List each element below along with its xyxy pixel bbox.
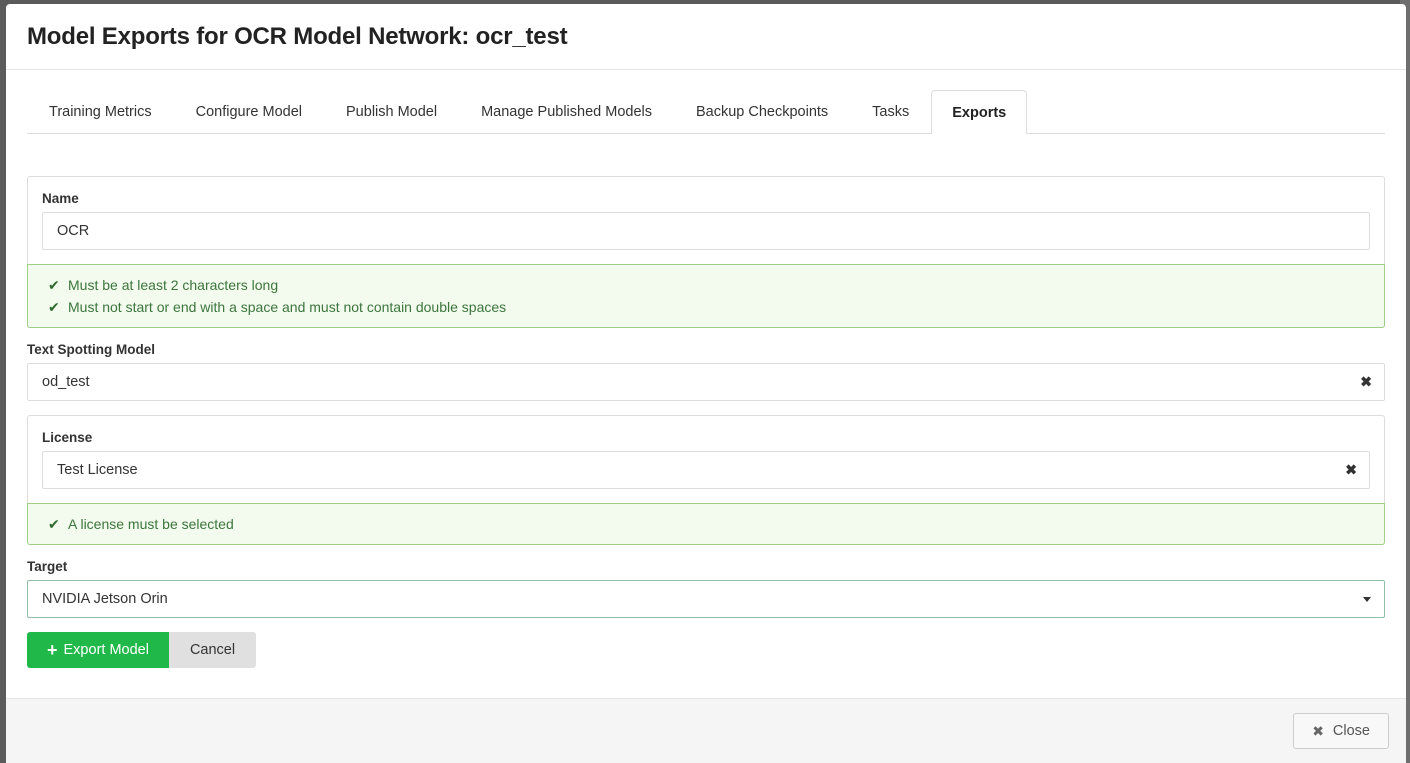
modal-footer: ✖ Close <box>6 698 1406 763</box>
validation-rule: ✔ A license must be selected <box>48 513 1364 535</box>
rule-text: A license must be selected <box>68 516 234 532</box>
tab-exports[interactable]: Exports <box>931 90 1028 134</box>
text-spotting-value: od_test <box>42 374 90 390</box>
plus-icon: + <box>47 640 58 660</box>
cancel-button[interactable]: Cancel <box>168 632 257 668</box>
export-model-label: Export Model <box>63 642 149 658</box>
close-x-icon: ✖ <box>1312 722 1324 739</box>
validation-rule: ✔ Must not start or end with a space and… <box>48 296 1364 318</box>
tab-training-metrics[interactable]: Training Metrics <box>27 90 174 133</box>
license-select[interactable]: Test License ✖ <box>42 451 1370 489</box>
tab-publish-model[interactable]: Publish Model <box>324 90 459 133</box>
name-input[interactable]: OCR <box>42 212 1370 250</box>
close-label: Close <box>1332 723 1370 739</box>
tab-bar: Training Metrics Configure Model Publish… <box>27 90 1385 134</box>
tab-configure-model[interactable]: Configure Model <box>174 90 324 133</box>
validation-rule: ✔ Must be at least 2 characters long <box>48 274 1364 296</box>
target-select[interactable]: NVIDIA Jetson Orin <box>27 580 1385 618</box>
tab-tasks[interactable]: Tasks <box>850 90 931 133</box>
form-actions: + Export Model Cancel <box>27 632 1385 668</box>
target-group: Target NVIDIA Jetson Orin <box>27 559 1385 618</box>
target-value: NVIDIA Jetson Orin <box>42 591 168 607</box>
name-label: Name <box>42 191 79 206</box>
rule-text: Must be at least 2 characters long <box>68 277 279 293</box>
modal-title: Model Exports for OCR Model Network: ocr… <box>27 23 568 50</box>
check-icon: ✔ <box>48 276 60 293</box>
model-exports-modal: Model Exports for OCR Model Network: ocr… <box>6 4 1406 763</box>
check-icon: ✔ <box>48 298 60 315</box>
text-spotting-group: Text Spotting Model od_test ✖ <box>27 342 1385 401</box>
name-validation: ✔ Must be at least 2 characters long ✔ M… <box>27 264 1385 328</box>
text-spotting-label: Text Spotting Model <box>27 342 155 357</box>
modal-header: Model Exports for OCR Model Network: ocr… <box>6 4 1406 70</box>
license-validation: ✔ A license must be selected <box>27 503 1385 545</box>
license-value: Test License <box>57 462 138 478</box>
name-input-value: OCR <box>57 223 90 239</box>
check-icon: ✔ <box>48 515 60 532</box>
modal-body: Training Metrics Configure Model Publish… <box>6 70 1406 698</box>
license-label: License <box>42 430 93 445</box>
caret-down-icon <box>1363 597 1371 602</box>
export-model-button[interactable]: + Export Model <box>27 632 169 668</box>
name-panel: Name OCR ✔ Must be at least 2 characters… <box>27 176 1385 328</box>
rule-text: Must not start or end with a space and m… <box>68 299 507 315</box>
tab-backup-checkpoints[interactable]: Backup Checkpoints <box>674 90 850 133</box>
license-panel: License Test License ✖ ✔ A license must … <box>27 415 1385 545</box>
clear-x-icon[interactable]: ✖ <box>1345 462 1357 479</box>
text-spotting-select[interactable]: od_test ✖ <box>27 363 1385 401</box>
close-button[interactable]: ✖ Close <box>1293 713 1389 749</box>
tab-manage-published-models[interactable]: Manage Published Models <box>459 90 674 133</box>
target-label: Target <box>27 559 68 574</box>
clear-x-icon[interactable]: ✖ <box>1360 374 1372 391</box>
